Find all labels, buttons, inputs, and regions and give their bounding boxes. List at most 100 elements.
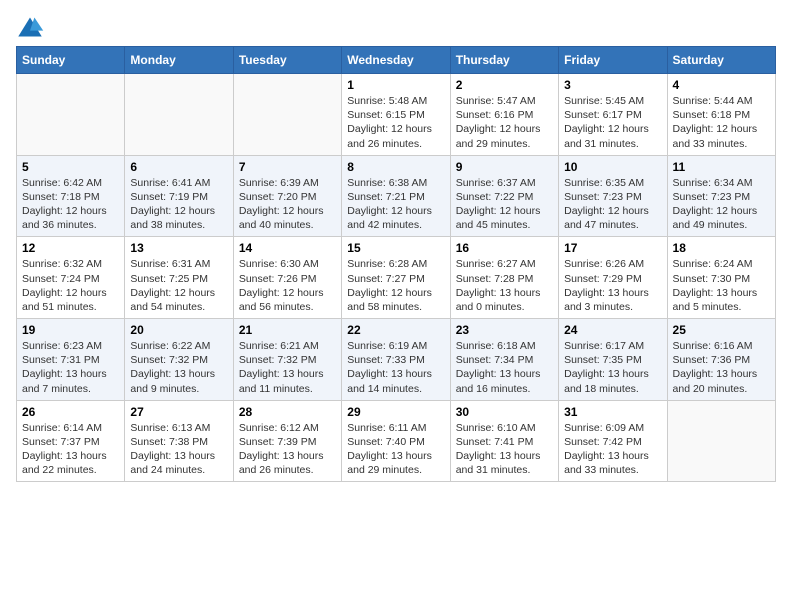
calendar-cell: 3 Sunrise: 5:45 AMSunset: 6:17 PMDaylight… xyxy=(559,74,667,156)
day-number: 19 xyxy=(22,323,119,337)
day-number: 4 xyxy=(673,78,770,92)
day-info: Sunrise: 6:39 AMSunset: 7:20 PMDaylight:… xyxy=(239,176,336,233)
day-info: Sunrise: 6:35 AMSunset: 7:23 PMDaylight:… xyxy=(564,176,661,233)
calendar-cell: 15 Sunrise: 6:28 AMSunset: 7:27 PMDayligh… xyxy=(342,237,450,319)
calendar-cell xyxy=(233,74,341,156)
calendar-table: SundayMondayTuesdayWednesdayThursdayFrid… xyxy=(16,46,776,482)
day-number: 11 xyxy=(673,160,770,174)
day-number: 7 xyxy=(239,160,336,174)
day-info: Sunrise: 6:31 AMSunset: 7:25 PMDaylight:… xyxy=(130,257,227,314)
calendar-cell: 21 Sunrise: 6:21 AMSunset: 7:32 PMDayligh… xyxy=(233,319,341,401)
day-number: 25 xyxy=(673,323,770,337)
day-info: Sunrise: 5:47 AMSunset: 6:16 PMDaylight:… xyxy=(456,94,553,151)
day-number: 13 xyxy=(130,241,227,255)
day-info: Sunrise: 6:09 AMSunset: 7:42 PMDaylight:… xyxy=(564,421,661,478)
day-number: 21 xyxy=(239,323,336,337)
day-info: Sunrise: 6:34 AMSunset: 7:23 PMDaylight:… xyxy=(673,176,770,233)
day-info: Sunrise: 6:26 AMSunset: 7:29 PMDaylight:… xyxy=(564,257,661,314)
day-info: Sunrise: 5:45 AMSunset: 6:17 PMDaylight:… xyxy=(564,94,661,151)
day-number: 18 xyxy=(673,241,770,255)
day-info: Sunrise: 6:10 AMSunset: 7:41 PMDaylight:… xyxy=(456,421,553,478)
day-number: 3 xyxy=(564,78,661,92)
logo xyxy=(16,16,48,38)
day-number: 6 xyxy=(130,160,227,174)
calendar-cell: 29 Sunrise: 6:11 AMSunset: 7:40 PMDayligh… xyxy=(342,400,450,482)
col-header-sunday: Sunday xyxy=(17,47,125,74)
calendar-cell: 7 Sunrise: 6:39 AMSunset: 7:20 PMDaylight… xyxy=(233,155,341,237)
calendar-cell xyxy=(667,400,775,482)
day-info: Sunrise: 6:19 AMSunset: 7:33 PMDaylight:… xyxy=(347,339,444,396)
calendar-cell: 13 Sunrise: 6:31 AMSunset: 7:25 PMDayligh… xyxy=(125,237,233,319)
day-info: Sunrise: 6:18 AMSunset: 7:34 PMDaylight:… xyxy=(456,339,553,396)
calendar-cell: 18 Sunrise: 6:24 AMSunset: 7:30 PMDayligh… xyxy=(667,237,775,319)
day-info: Sunrise: 6:27 AMSunset: 7:28 PMDaylight:… xyxy=(456,257,553,314)
day-info: Sunrise: 6:41 AMSunset: 7:19 PMDaylight:… xyxy=(130,176,227,233)
day-number: 26 xyxy=(22,405,119,419)
day-info: Sunrise: 6:28 AMSunset: 7:27 PMDaylight:… xyxy=(347,257,444,314)
calendar-cell: 22 Sunrise: 6:19 AMSunset: 7:33 PMDayligh… xyxy=(342,319,450,401)
calendar-cell: 4 Sunrise: 5:44 AMSunset: 6:18 PMDaylight… xyxy=(667,74,775,156)
day-number: 22 xyxy=(347,323,444,337)
day-info: Sunrise: 6:23 AMSunset: 7:31 PMDaylight:… xyxy=(22,339,119,396)
calendar-cell: 20 Sunrise: 6:22 AMSunset: 7:32 PMDayligh… xyxy=(125,319,233,401)
day-number: 1 xyxy=(347,78,444,92)
calendar-cell: 16 Sunrise: 6:27 AMSunset: 7:28 PMDayligh… xyxy=(450,237,558,319)
day-number: 29 xyxy=(347,405,444,419)
day-info: Sunrise: 6:42 AMSunset: 7:18 PMDaylight:… xyxy=(22,176,119,233)
calendar-cell: 9Sunrise: 6:37 AMSunset: 7:22 PMDaylight… xyxy=(450,155,558,237)
calendar-week-5: 26 Sunrise: 6:14 AMSunset: 7:37 PMDayligh… xyxy=(17,400,776,482)
calendar-cell: 1 Sunrise: 5:48 AMSunset: 6:15 PMDaylight… xyxy=(342,74,450,156)
calendar-week-1: 1 Sunrise: 5:48 AMSunset: 6:15 PMDaylight… xyxy=(17,74,776,156)
day-number: 12 xyxy=(22,241,119,255)
calendar-cell: 30 Sunrise: 6:10 AMSunset: 7:41 PMDayligh… xyxy=(450,400,558,482)
day-info: Sunrise: 6:21 AMSunset: 7:32 PMDaylight:… xyxy=(239,339,336,396)
day-info: Sunrise: 6:11 AMSunset: 7:40 PMDaylight:… xyxy=(347,421,444,478)
col-header-monday: Monday xyxy=(125,47,233,74)
calendar-week-4: 19 Sunrise: 6:23 AMSunset: 7:31 PMDayligh… xyxy=(17,319,776,401)
calendar-header-row: SundayMondayTuesdayWednesdayThursdayFrid… xyxy=(17,47,776,74)
day-number: 17 xyxy=(564,241,661,255)
day-number: 30 xyxy=(456,405,553,419)
calendar-cell: 8Sunrise: 6:38 AMSunset: 7:21 PMDaylight… xyxy=(342,155,450,237)
header xyxy=(16,16,776,38)
day-number: 31 xyxy=(564,405,661,419)
day-info: Sunrise: 6:14 AMSunset: 7:37 PMDaylight:… xyxy=(22,421,119,478)
day-number: 16 xyxy=(456,241,553,255)
day-number: 27 xyxy=(130,405,227,419)
day-number: 24 xyxy=(564,323,661,337)
day-info: Sunrise: 6:17 AMSunset: 7:35 PMDaylight:… xyxy=(564,339,661,396)
calendar-week-2: 5 Sunrise: 6:42 AMSunset: 7:18 PMDaylight… xyxy=(17,155,776,237)
col-header-saturday: Saturday xyxy=(667,47,775,74)
day-info: Sunrise: 5:44 AMSunset: 6:18 PMDaylight:… xyxy=(673,94,770,151)
day-number: 10 xyxy=(564,160,661,174)
day-info: Sunrise: 6:38 AMSunset: 7:21 PMDaylight:… xyxy=(347,176,444,233)
day-number: 20 xyxy=(130,323,227,337)
calendar-cell: 17 Sunrise: 6:26 AMSunset: 7:29 PMDayligh… xyxy=(559,237,667,319)
logo-icon xyxy=(16,16,44,38)
col-header-friday: Friday xyxy=(559,47,667,74)
day-info: Sunrise: 6:12 AMSunset: 7:39 PMDaylight:… xyxy=(239,421,336,478)
calendar-cell: 23 Sunrise: 6:18 AMSunset: 7:34 PMDayligh… xyxy=(450,319,558,401)
day-info: Sunrise: 6:16 AMSunset: 7:36 PMDaylight:… xyxy=(673,339,770,396)
calendar-cell xyxy=(125,74,233,156)
calendar-cell: 26 Sunrise: 6:14 AMSunset: 7:37 PMDayligh… xyxy=(17,400,125,482)
calendar-cell: 10 Sunrise: 6:35 AMSunset: 7:23 PMDayligh… xyxy=(559,155,667,237)
calendar-cell: 31 Sunrise: 6:09 AMSunset: 7:42 PMDayligh… xyxy=(559,400,667,482)
day-info: Sunrise: 6:32 AMSunset: 7:24 PMDaylight:… xyxy=(22,257,119,314)
calendar-cell: 2Sunrise: 5:47 AMSunset: 6:16 PMDaylight… xyxy=(450,74,558,156)
calendar-cell: 14 Sunrise: 6:30 AMSunset: 7:26 PMDayligh… xyxy=(233,237,341,319)
calendar-cell: 6 Sunrise: 6:41 AMSunset: 7:19 PMDaylight… xyxy=(125,155,233,237)
day-info: Sunrise: 5:48 AMSunset: 6:15 PMDaylight:… xyxy=(347,94,444,151)
calendar-cell: 28Sunrise: 6:12 AMSunset: 7:39 PMDayligh… xyxy=(233,400,341,482)
calendar-cell: 25 Sunrise: 6:16 AMSunset: 7:36 PMDayligh… xyxy=(667,319,775,401)
day-info: Sunrise: 6:30 AMSunset: 7:26 PMDaylight:… xyxy=(239,257,336,314)
calendar-cell: 5 Sunrise: 6:42 AMSunset: 7:18 PMDaylight… xyxy=(17,155,125,237)
day-number: 14 xyxy=(239,241,336,255)
day-number: 5 xyxy=(22,160,119,174)
calendar-week-3: 12 Sunrise: 6:32 AMSunset: 7:24 PMDayligh… xyxy=(17,237,776,319)
day-number: 9 xyxy=(456,160,553,174)
day-info: Sunrise: 6:22 AMSunset: 7:32 PMDaylight:… xyxy=(130,339,227,396)
day-number: 15 xyxy=(347,241,444,255)
day-info: Sunrise: 6:24 AMSunset: 7:30 PMDaylight:… xyxy=(673,257,770,314)
day-number: 23 xyxy=(456,323,553,337)
